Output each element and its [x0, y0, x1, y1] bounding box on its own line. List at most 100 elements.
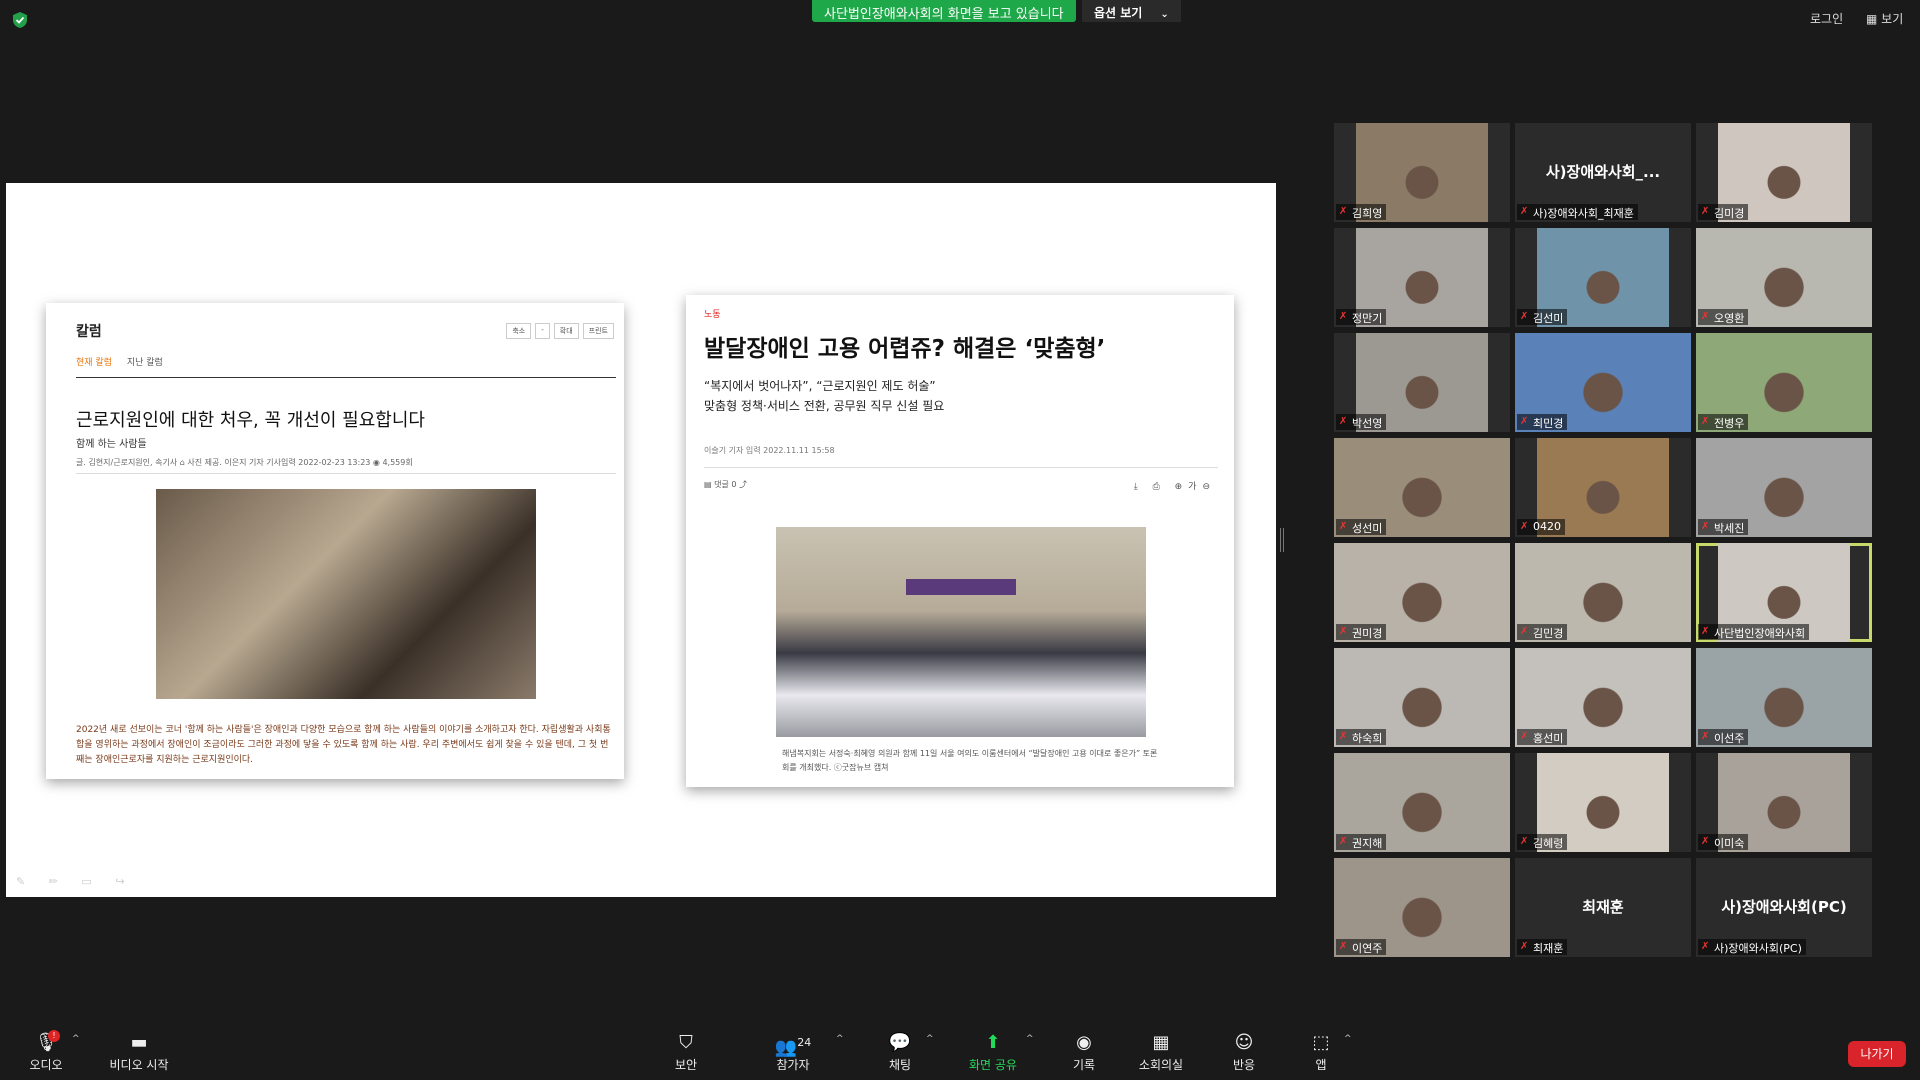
article-category: 노동 — [704, 310, 721, 320]
participant-tile[interactable]: ✗ 권지해 — [1334, 753, 1510, 852]
participant-name: 김혜령 — [1533, 837, 1564, 850]
participant-tile[interactable]: ✗ 오영환 — [1696, 228, 1872, 327]
participant-tile[interactable]: ✗ 0420 — [1515, 438, 1691, 537]
breakout-rooms-button[interactable]: ▦ 소회의실 — [1136, 1032, 1186, 1073]
record-label: 기록 — [1072, 1058, 1096, 1072]
participant-tile[interactable]: ✗ 최민경 — [1515, 333, 1691, 432]
start-video-label: 비디오 시작 — [109, 1058, 169, 1072]
participant-name-label: ✗ 김혜령 — [1517, 834, 1568, 850]
meeting-toolbar: 🎙 오디오 ! ^ ▬ 비디오 시작 ⛉ 보안 👥24 참가자 ^ 💬 채팅 ^… — [0, 1020, 1920, 1080]
participant-name-label: ✗ 사단법인장애와사회 — [1698, 624, 1810, 640]
article-tool-buttons: 축소 - 확대 프린트 — [506, 323, 614, 339]
participant-tile[interactable]: 사)장애와사회(PC) ✗ 사)장애와사회(PC) — [1696, 858, 1872, 957]
participant-tile[interactable]: 최재훈 ✗ 최재훈 — [1515, 858, 1691, 957]
participant-tile[interactable]: ✗ 김선미 — [1515, 228, 1691, 327]
article-photo — [156, 489, 536, 699]
participants-icon: 👥24 — [774, 1036, 812, 1058]
participant-name-label: ✗ 최재훈 — [1517, 939, 1568, 955]
divider — [704, 467, 1218, 468]
participant-name-label: ✗ 권지해 — [1336, 834, 1387, 850]
participant-name-label: ✗ 홍선미 — [1517, 729, 1568, 745]
participant-tile[interactable]: ✗ 김혜령 — [1515, 753, 1691, 852]
annotation-tools[interactable]: ✎ ✏ ▭ ↪ — [16, 875, 135, 888]
participant-name: 김민경 — [1533, 627, 1564, 640]
participant-name: 사단법인장애와사회 — [1714, 627, 1806, 640]
participant-tile[interactable]: ✗ 홍선미 — [1515, 648, 1691, 747]
video-off-icon: ▬ — [130, 1032, 148, 1053]
participant-tile[interactable]: ✗ 권미경 — [1334, 543, 1510, 642]
left-article: 칼럼 축소 - 확대 프린트 현재 칼럼 지난 칼럼 근로지원인에 대한 처우,… — [46, 303, 624, 779]
chat-button[interactable]: 💬 채팅 — [882, 1032, 918, 1073]
mic-muted-icon: ✗ — [1520, 206, 1529, 217]
participant-tile[interactable]: ✗ 성선미 — [1334, 438, 1510, 537]
mic-muted-icon: ✗ — [1520, 626, 1529, 637]
participant-tile[interactable]: ✗ 전병우 — [1696, 333, 1872, 432]
participant-display-name: 사)장애와사회(PC) — [1721, 898, 1847, 916]
participant-tile[interactable]: ✗ 하숙희 — [1334, 648, 1510, 747]
security-label: 보안 — [674, 1058, 698, 1072]
breakout-grid-icon: ▦ — [1152, 1032, 1170, 1053]
mic-muted-icon: ✗ — [1339, 731, 1348, 742]
participant-tile[interactable]: 사)장애와사회_... ✗ 사)장애와사회_최재훈 — [1515, 123, 1691, 222]
participant-display-name: 최재훈 — [1582, 898, 1624, 916]
enlarge-button: 확대 — [553, 323, 579, 339]
leave-button[interactable]: 나가기 — [1848, 1041, 1906, 1067]
participant-tile[interactable]: ✗ 이선주 — [1696, 648, 1872, 747]
mic-muted-icon: ✗ — [1339, 416, 1348, 427]
participant-name-label: ✗ 박세진 — [1698, 519, 1749, 535]
login-link[interactable]: 로그인 — [1810, 10, 1843, 27]
participant-name-label: ✗ 김선미 — [1517, 309, 1568, 325]
participant-name: 박선영 — [1352, 417, 1383, 430]
article-body: 2022년 새로 선보이는 코너 '함께 하는 사람들'은 장애인과 다양한 모… — [76, 725, 611, 765]
shared-screen: 칼럼 축소 - 확대 프린트 현재 칼럼 지난 칼럼 근로지원인에 대한 처우,… — [6, 183, 1276, 897]
participant-name-label: ✗ 이미숙 — [1698, 834, 1749, 850]
participant-tile[interactable]: ✗ 이미숙 — [1696, 753, 1872, 852]
article-subheading: 맞춤형 정책·서비스 전환, 공무원 직무 신설 필요 — [704, 399, 945, 413]
participant-name: 사)장애와사회_최재훈 — [1533, 207, 1634, 220]
participant-tile[interactable]: ✗ 김미경 — [1696, 123, 1872, 222]
article-subheading: “복지에서 벗어나자”, “근로지원인 제도 허술” — [704, 379, 936, 393]
record-button[interactable]: ◉ 기록 — [1066, 1032, 1102, 1073]
view-button[interactable]: ▦ 보기 — [1866, 10, 1903, 27]
participant-name: 박세진 — [1714, 522, 1745, 535]
article-title: 발달장애인 고용 어렵쥬? 해결은 ‘맞춤형’ — [704, 336, 1106, 362]
caret-up-icon: ^ — [836, 1034, 844, 1044]
apps-button[interactable]: ⬚ 앱 — [1306, 1032, 1336, 1073]
article-utility-icons: ⤓ ⎙ ⊕가⊖ — [1133, 482, 1216, 492]
mic-muted-icon: ✗ — [1339, 941, 1348, 952]
participant-name-label: ✗ 박선영 — [1336, 414, 1387, 430]
participant-tile[interactable]: ✗ 김희영 — [1334, 123, 1510, 222]
participant-tile[interactable]: ✗ 박선영 — [1334, 333, 1510, 432]
participant-name-label: ✗ 김희영 — [1336, 204, 1387, 220]
participant-name: 이미숙 — [1714, 837, 1745, 850]
article-photo — [776, 527, 1146, 737]
participant-name-label: ✗ 사)장애와사회_최재훈 — [1517, 204, 1638, 220]
article-meta: 이슬기 기자 입력 2022.11.11 15:58 — [704, 446, 835, 455]
mic-muted-icon: ✗ — [1520, 311, 1529, 322]
resize-handle[interactable] — [1280, 528, 1284, 552]
reactions-button[interactable]: ☺ 반응 — [1226, 1032, 1262, 1073]
security-button[interactable]: ⛉ 보안 — [666, 1032, 706, 1073]
mic-muted-icon: ✗ — [1339, 206, 1348, 217]
audio-warning-badge: ! — [48, 1030, 60, 1042]
record-icon: ◉ — [1076, 1032, 1092, 1053]
shield-check-icon[interactable] — [12, 11, 28, 29]
audio-button[interactable]: 🎙 오디오 ! — [26, 1030, 66, 1073]
photo-caption: 해냄복지회는 서정숙·최혜영 의원과 함께 11일 서울 여의도 이룸센터에서 … — [782, 749, 1158, 772]
participant-name-label: ✗ 성선미 — [1336, 519, 1387, 535]
view-options-dropdown[interactable]: 옵션 보기 ⌄ — [1082, 0, 1181, 22]
start-video-button[interactable]: ▬ 비디오 시작 — [104, 1032, 174, 1073]
participant-tile[interactable]: ✗ 김민경 — [1515, 543, 1691, 642]
participant-tile[interactable]: ✗ 정만기 — [1334, 228, 1510, 327]
share-screen-button[interactable]: ⬆ 화면 공유 — [962, 1032, 1024, 1073]
mic-muted-icon: ✗ — [1339, 626, 1348, 637]
participant-tile[interactable]: ✗ 박세진 — [1696, 438, 1872, 537]
share-screen-icon: ⬆ — [985, 1032, 1001, 1053]
caret-up-icon: ^ — [1344, 1034, 1352, 1044]
participant-name: 김희영 — [1352, 207, 1383, 220]
participant-tile[interactable]: ✗ 이연주 — [1334, 858, 1510, 957]
participant-name: 오영환 — [1714, 312, 1745, 325]
participant-name-label: ✗ 최민경 — [1517, 414, 1568, 430]
participants-button[interactable]: 👥24 참가자 — [770, 1032, 816, 1073]
participant-tile[interactable]: ✗ 사단법인장애와사회 — [1696, 543, 1872, 642]
